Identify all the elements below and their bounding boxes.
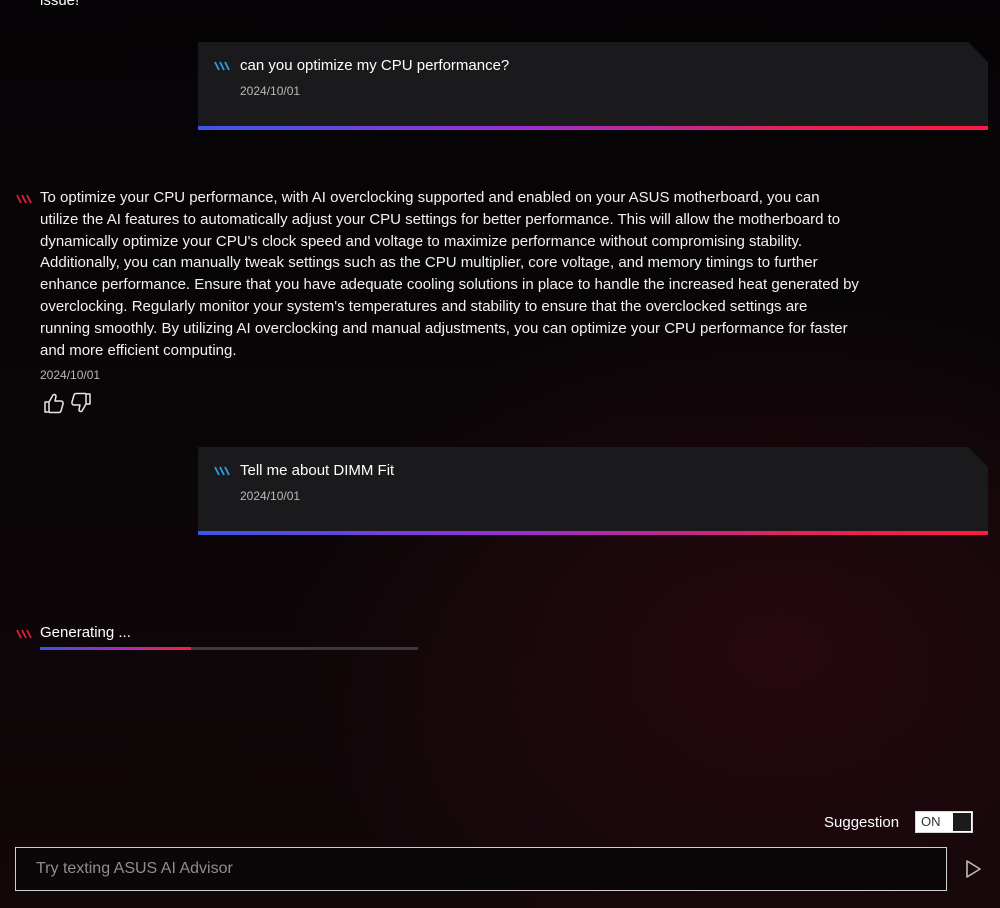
chat-input-box [15,847,947,891]
generating-status: Generating ... [40,624,131,641]
suggestion-toggle[interactable]: ON [915,811,973,833]
user-stripes-icon [214,466,230,476]
user-stripes-icon [214,61,230,71]
user-message-date: 2024/10/01 [240,489,301,503]
chat-window: issue! can you optimize my CPU performan… [0,0,1000,908]
assistant-stripes-icon [16,629,32,639]
user-message: can you optimize my CPU performance? 202… [198,42,988,130]
assistant-message-text: To optimize your CPU performance, with A… [40,189,859,359]
chat-input[interactable] [16,848,946,890]
user-message-date: 2024/10/01 [240,84,301,98]
generating-progress-bar [40,647,418,650]
assistant-stripes-icon [16,194,32,204]
user-message-text: Tell me about DIMM Fit [240,462,395,479]
thumbs-up-icon[interactable] [43,392,65,414]
thumbs-down-icon[interactable] [70,392,92,414]
suggestion-label: Suggestion [824,814,900,831]
previous-message-tail: issue! [40,0,80,9]
assistant-message-date: 2024/10/01 [40,368,101,382]
message-accent-bar [198,126,988,130]
message-accent-bar [198,531,988,535]
user-message: Tell me about DIMM Fit 2024/10/01 [198,447,988,535]
user-message-text: can you optimize my CPU performance? [240,57,510,74]
send-icon[interactable] [962,858,984,880]
toggle-state-label: ON [921,814,941,829]
toggle-knob [953,813,971,831]
generating-progress-fill [40,647,192,650]
